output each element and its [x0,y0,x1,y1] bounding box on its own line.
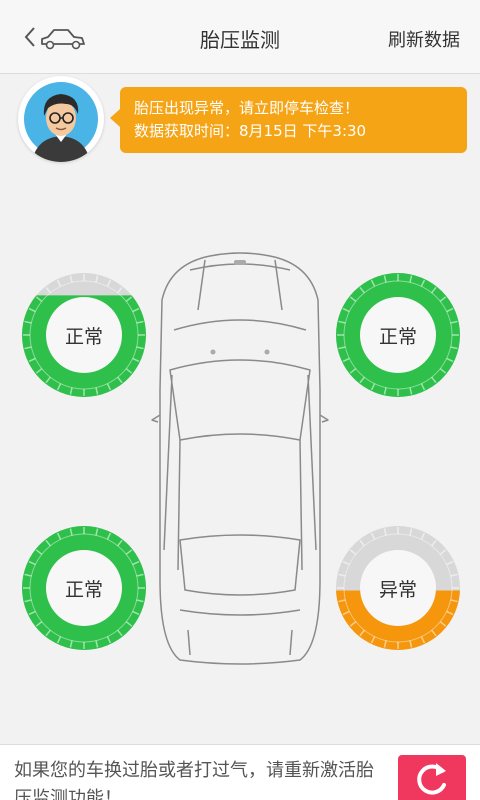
alert-message-bubble: 胎压出现异常，请立即停车检查！ 数据获取时间：8月15日 下午3:30 [110,87,467,153]
tire-front-right: 正常 [334,271,462,399]
refresh-data-button[interactable]: 刷新数据 [388,26,460,52]
car-top-view [150,250,330,670]
tire-rear-right: 异常 [334,524,462,652]
reactivate-button[interactable] [398,755,466,800]
footer-bar: 如果您的车换过胎或者打过气，请重新激活胎压监测功能！ [0,744,480,800]
tire-front-right-status: 正常 [378,325,417,348]
tire-rear-right-status: 异常 [378,578,417,601]
refresh-icon [417,763,446,795]
reactivate-hint: 如果您的车换过胎或者打过气，请重新激活胎压监测功能！ [14,760,374,800]
data-time-text: 数据获取时间：8月15日 下午3:30 [134,122,367,140]
tire-front-left-status: 正常 [64,325,103,348]
tire-front-left: 正常 [20,271,148,399]
driver-avatar-icon [24,82,98,162]
avatar [18,76,104,162]
car-outline-icon [151,252,329,665]
tire-rear-left: 正常 [20,524,148,652]
top-bar: 胎压监测 刷新数据 [0,0,480,74]
alert-text: 胎压出现异常，请立即停车检查！ [134,99,360,117]
tire-rear-left-status: 正常 [64,578,103,601]
